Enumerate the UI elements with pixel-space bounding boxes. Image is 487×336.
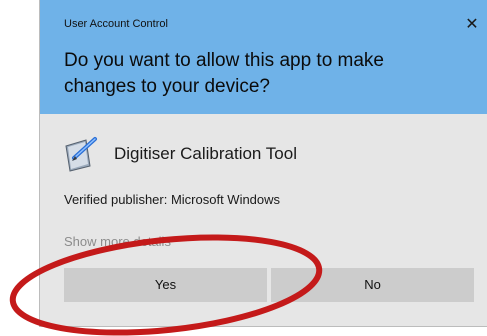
uac-dialog: User Account Control ✕ Do you want to al… [39,0,487,327]
yes-button[interactable]: Yes [64,268,267,302]
show-more-details-link[interactable]: Show more details [64,234,171,249]
uac-question: Do you want to allow this app to make ch… [64,50,385,97]
close-icon: ✕ [465,16,479,33]
app-info-row: Digitiser Calibration Tool [64,134,297,174]
no-button[interactable]: No [271,268,474,302]
pen-tablet-icon [65,137,97,172]
publisher-text: Verified publisher: Microsoft Windows [64,192,281,207]
close-button[interactable]: ✕ [463,16,481,34]
window-title: User Account Control [64,18,168,30]
dialog-header: User Account Control ✕ Do you want to al… [40,0,487,114]
app-name: Digitiser Calibration Tool [114,144,297,163]
screenshot-stage: User Account Control ✕ Do you want to al… [0,0,487,336]
